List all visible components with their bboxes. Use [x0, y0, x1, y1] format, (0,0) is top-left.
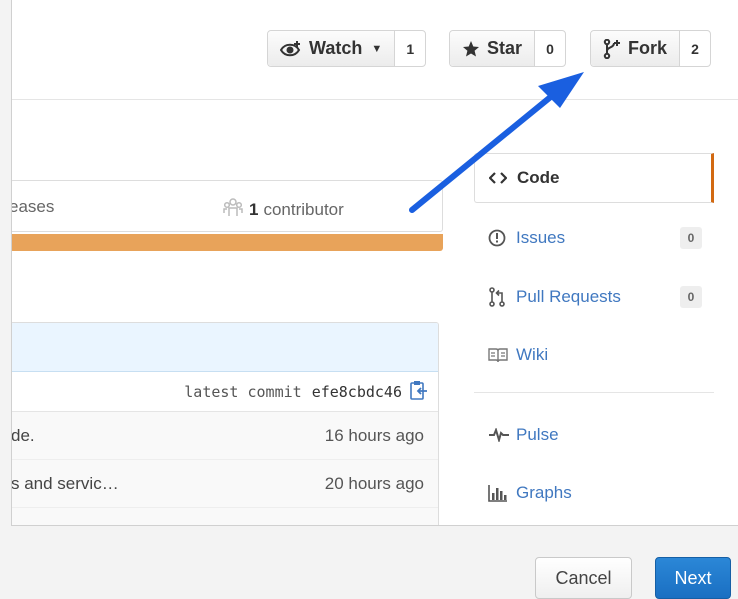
wizard-footer: Cancel Next — [0, 525, 738, 599]
annotation-arrow — [409, 72, 584, 213]
